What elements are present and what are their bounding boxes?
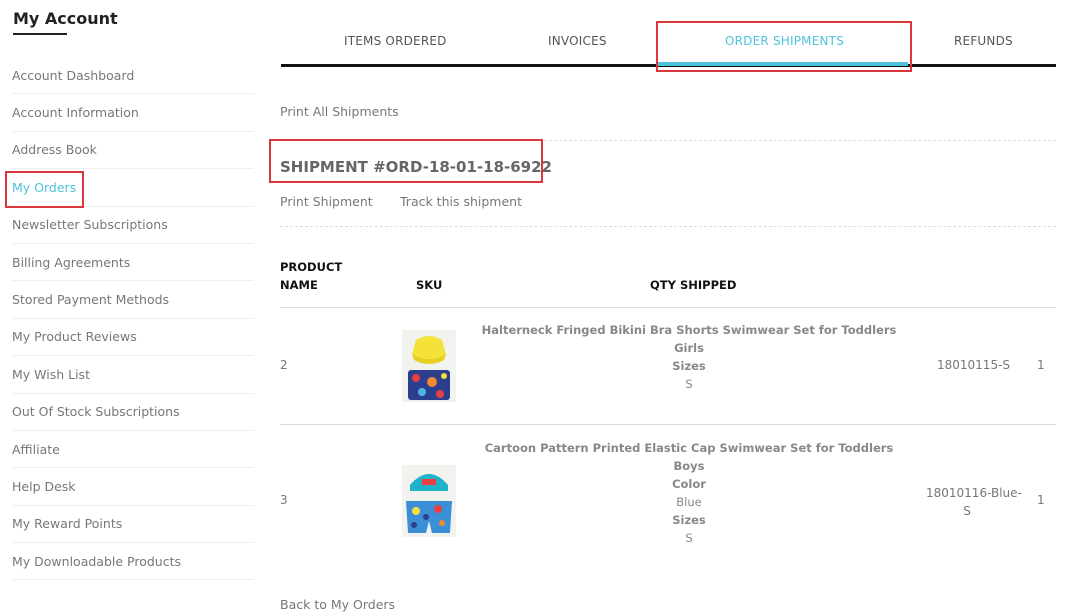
row-sku-line1: 18010116-Blue- (926, 486, 1022, 500)
sidebar-item-label: Help Desk (12, 478, 76, 494)
sidebar-item-help-desk[interactable]: Help Desk (12, 468, 254, 506)
tab-items-ordered[interactable]: ITEMS ORDERED (344, 34, 447, 48)
sidebar-title-underline (13, 33, 67, 35)
product-option-label: Color (672, 477, 706, 491)
back-to-my-orders-link[interactable]: Back to My Orders (280, 597, 395, 612)
sidebar-item-label: Billing Agreements (12, 254, 131, 270)
sidebar-item-affiliate[interactable]: Affiliate (12, 431, 254, 469)
product-option-label: Sizes (672, 513, 706, 527)
product-option-value: S (685, 377, 693, 391)
sidebar-item-billing-agreements[interactable]: Billing Agreements (12, 244, 254, 282)
sidebar-item-label: My Downloadable Products (12, 553, 181, 569)
divider (280, 226, 1056, 227)
track-shipment-link[interactable]: Track this shipment (400, 194, 522, 209)
product-thumbnail-bikini (402, 330, 456, 402)
tab-invoices[interactable]: INVOICES (548, 34, 607, 48)
sidebar-item-label: My Reward Points (12, 516, 123, 532)
sidebar-item-address-book[interactable]: Address Book (12, 132, 254, 170)
tab-refunds[interactable]: REFUNDS (954, 34, 1013, 48)
sidebar-item-label: My Orders (12, 179, 77, 195)
table-row-divider (280, 424, 1056, 425)
product-image (402, 330, 456, 402)
col-header-sku: SKU (416, 278, 443, 292)
product-option-label: Sizes (672, 359, 706, 373)
print-all-shipments-link[interactable]: Print All Shipments (280, 104, 399, 119)
sidebar-item-account-information[interactable]: Account Information (12, 94, 254, 132)
product-name: Halterneck Fringed Bikini Bra Shorts Swi… (481, 323, 897, 337)
sidebar-item-label: My Product Reviews (12, 329, 137, 345)
sidebar-title: My Account (13, 9, 118, 28)
col-header-product-name: PRODUCT NAME (280, 258, 342, 294)
divider (280, 140, 1056, 141)
shipment-title: SHIPMENT #ORD-18-01-18-6922 (280, 158, 552, 176)
sidebar-item-my-wish-list[interactable]: My Wish List (12, 356, 254, 394)
sidebar-item-my-reward-points[interactable]: My Reward Points (12, 506, 254, 544)
row-sku: 18010115-S (937, 358, 1011, 372)
sidebar-item-label: My Wish List (12, 366, 90, 382)
col-header-product-name-line2: NAME (280, 278, 318, 292)
row-sku-line2: S (963, 504, 971, 518)
row-sku: 18010116-Blue- S (926, 484, 1022, 520)
table-header-divider (280, 307, 1056, 308)
sidebar-item-my-orders[interactable]: My Orders (12, 169, 254, 207)
sidebar-item-my-downloadable-products[interactable]: My Downloadable Products (12, 543, 254, 581)
sidebar-item-stored-payment-methods[interactable]: Stored Payment Methods (12, 281, 254, 319)
product-option-label: Boys (673, 459, 705, 473)
sidebar-nav: Account Dashboard Account Information Ad… (12, 57, 254, 581)
product-image (402, 465, 456, 537)
sidebar-item-label: Address Book (12, 142, 97, 158)
col-header-product-name-line1: PRODUCT (280, 260, 343, 274)
product-name: Cartoon Pattern Printed Elastic Cap Swim… (484, 441, 894, 455)
active-tab-indicator (658, 62, 908, 66)
product-option-value: Blue (676, 495, 702, 509)
sidebar-item-account-dashboard[interactable]: Account Dashboard (12, 57, 254, 95)
sidebar-item-label: Out Of Stock Subscriptions (12, 404, 180, 420)
product-details: Cartoon Pattern Printed Elastic Cap Swim… (479, 439, 899, 547)
sidebar-item-label: Account Dashboard (12, 67, 135, 83)
sidebar-item-out-of-stock-subscriptions[interactable]: Out Of Stock Subscriptions (12, 394, 254, 431)
product-details: Halterneck Fringed Bikini Bra Shorts Swi… (479, 321, 899, 393)
sidebar-item-label: Stored Payment Methods (12, 292, 170, 308)
product-thumbnail-cap-swimwear (402, 465, 456, 537)
tab-order-shipments[interactable]: ORDER SHIPMENTS (725, 34, 844, 48)
row-qty: 1 (1037, 358, 1045, 372)
col-header-qty-shipped: QTY SHIPPED (650, 278, 737, 292)
row-qty: 1 (1037, 493, 1045, 507)
product-option-value: S (685, 531, 693, 545)
product-option-label: Girls (674, 341, 704, 355)
row-index: 3 (280, 493, 288, 507)
sidebar-item-label: Affiliate (12, 441, 60, 457)
sidebar-item-label: Account Information (12, 105, 139, 121)
print-shipment-link[interactable]: Print Shipment (280, 194, 373, 209)
order-tabs: ITEMS ORDERED INVOICES ORDER SHIPMENTS R… (281, 22, 1056, 67)
row-index: 2 (280, 358, 288, 372)
sidebar-item-my-product-reviews[interactable]: My Product Reviews (12, 319, 254, 357)
sidebar-item-label: Newsletter Subscriptions (12, 217, 168, 233)
sidebar-item-newsletter-subscriptions[interactable]: Newsletter Subscriptions (12, 207, 254, 244)
